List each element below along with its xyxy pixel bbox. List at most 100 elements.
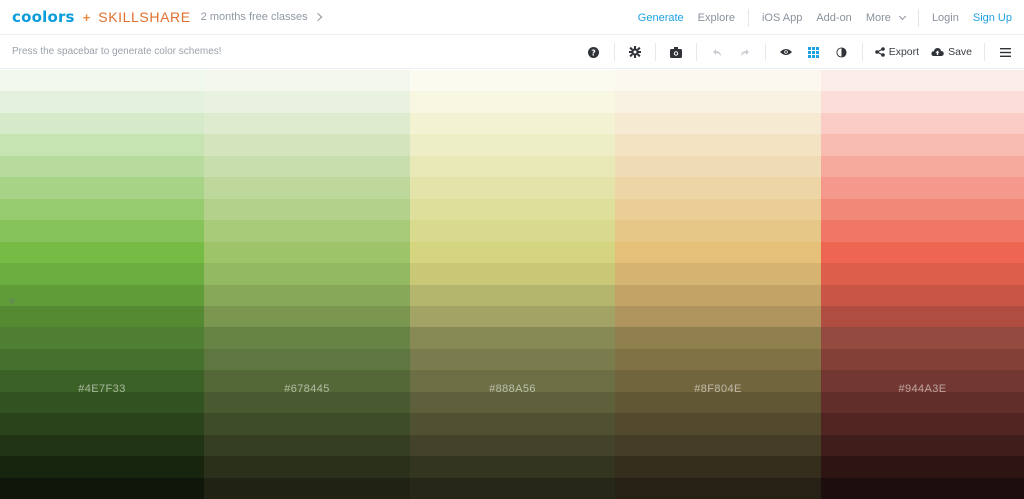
- coolors-logo[interactable]: coolors: [12, 8, 75, 26]
- nav-login[interactable]: Login: [932, 12, 959, 24]
- color-shade[interactable]: [0, 305, 204, 328]
- hex-code-label[interactable]: #888A56: [410, 383, 615, 395]
- color-shade[interactable]: [204, 456, 410, 478]
- color-shade[interactable]: [204, 305, 410, 328]
- color-shade[interactable]: [821, 198, 1024, 221]
- color-shade[interactable]: [615, 263, 821, 285]
- color-shade[interactable]: [410, 241, 615, 264]
- color-shade[interactable]: [821, 241, 1024, 264]
- color-shade[interactable]: [821, 155, 1024, 178]
- color-shade[interactable]: [821, 434, 1024, 457]
- color-shade[interactable]: [204, 348, 410, 371]
- settings-button[interactable]: [624, 41, 646, 63]
- color-shade[interactable]: [410, 348, 615, 371]
- color-shade[interactable]: [410, 91, 615, 113]
- nav-ios-app[interactable]: iOS App: [762, 12, 802, 24]
- palette-column[interactable]: #944A3E: [821, 70, 1024, 499]
- color-shade[interactable]: [410, 477, 615, 499]
- color-shade[interactable]: [204, 91, 410, 113]
- color-shade[interactable]: [410, 434, 615, 457]
- color-shade[interactable]: [0, 198, 204, 221]
- palette-column[interactable]: #888A56: [410, 70, 615, 499]
- color-shade[interactable]: [410, 413, 615, 435]
- color-shade[interactable]: [615, 155, 821, 178]
- hex-code-label[interactable]: #8F804E: [615, 383, 821, 395]
- color-shade[interactable]: [410, 70, 615, 92]
- color-shade[interactable]: [615, 134, 821, 156]
- color-shade[interactable]: [615, 198, 821, 221]
- color-shade[interactable]: [615, 91, 821, 113]
- color-shade[interactable]: [204, 155, 410, 178]
- color-shade[interactable]: [0, 391, 204, 414]
- color-shade[interactable]: [0, 241, 204, 264]
- color-shade[interactable]: [0, 134, 204, 156]
- color-shade[interactable]: [0, 327, 204, 349]
- nav-explore[interactable]: Explore: [698, 12, 735, 24]
- color-shade[interactable]: [615, 220, 821, 242]
- hex-code-label[interactable]: #4E7F33: [0, 383, 204, 395]
- color-shade[interactable]: [410, 134, 615, 156]
- color-shade[interactable]: [0, 413, 204, 435]
- color-shade[interactable]: [410, 327, 615, 349]
- color-shade[interactable]: [410, 305, 615, 328]
- menu-button[interactable]: [994, 41, 1016, 63]
- color-shade[interactable]: [615, 413, 821, 435]
- color-shade[interactable]: [615, 456, 821, 478]
- color-shade[interactable]: [204, 327, 410, 349]
- color-shade[interactable]: [615, 477, 821, 499]
- color-shade[interactable]: [615, 327, 821, 349]
- color-shade[interactable]: [204, 134, 410, 156]
- brand[interactable]: coolors + SKILLSHARE 2 months free class…: [12, 8, 322, 26]
- color-shade[interactable]: [410, 220, 615, 242]
- color-shade[interactable]: [204, 413, 410, 435]
- color-shade[interactable]: [410, 198, 615, 221]
- color-shade[interactable]: [821, 413, 1024, 435]
- color-shade[interactable]: [615, 305, 821, 328]
- color-shade[interactable]: [410, 456, 615, 478]
- color-shade[interactable]: [204, 177, 410, 199]
- color-shade[interactable]: [821, 70, 1024, 92]
- export-button[interactable]: Export: [874, 46, 919, 58]
- color-shade[interactable]: [0, 456, 204, 478]
- color-shade[interactable]: [821, 305, 1024, 328]
- color-shade[interactable]: [0, 434, 204, 457]
- help-button[interactable]: ?: [583, 41, 605, 63]
- grid-view-button[interactable]: [803, 41, 825, 63]
- color-shade[interactable]: [615, 112, 821, 135]
- nav-signup[interactable]: Sign Up: [973, 12, 1012, 24]
- color-shade[interactable]: [0, 263, 204, 285]
- color-shade[interactable]: [615, 177, 821, 199]
- color-shade[interactable]: [615, 434, 821, 457]
- color-shade[interactable]: [821, 327, 1024, 349]
- promo-link[interactable]: 2 months free classes: [201, 11, 322, 23]
- color-shade[interactable]: [0, 220, 204, 242]
- save-button[interactable]: Save: [931, 46, 972, 58]
- color-shade[interactable]: [204, 241, 410, 264]
- nav-more[interactable]: More: [866, 12, 906, 24]
- color-shade[interactable]: [821, 284, 1024, 306]
- nav-generate[interactable]: Generate: [638, 12, 684, 24]
- color-shade[interactable]: [615, 391, 821, 414]
- color-shade[interactable]: [821, 477, 1024, 499]
- color-shade[interactable]: [0, 155, 204, 178]
- color-shade[interactable]: [204, 284, 410, 306]
- palette-column[interactable]: #4E7F33: [0, 70, 204, 499]
- color-shade[interactable]: [821, 348, 1024, 371]
- color-shade[interactable]: [410, 391, 615, 414]
- color-shade[interactable]: [204, 434, 410, 457]
- color-shade[interactable]: [821, 177, 1024, 199]
- color-shade[interactable]: [0, 91, 204, 113]
- color-shade[interactable]: [0, 177, 204, 199]
- color-shade[interactable]: [204, 70, 410, 92]
- color-shade[interactable]: [204, 220, 410, 242]
- color-shade[interactable]: [821, 263, 1024, 285]
- palette-column[interactable]: #678445: [204, 70, 410, 499]
- hex-code-label[interactable]: #944A3E: [821, 383, 1024, 395]
- hex-code-label[interactable]: #678445: [204, 383, 410, 395]
- color-shade[interactable]: [0, 284, 204, 306]
- color-shade[interactable]: [821, 112, 1024, 135]
- nav-addon[interactable]: Add-on: [816, 12, 851, 24]
- camera-button[interactable]: [665, 41, 687, 63]
- skillshare-logo[interactable]: SKILLSHARE: [98, 9, 190, 25]
- color-shade[interactable]: [204, 477, 410, 499]
